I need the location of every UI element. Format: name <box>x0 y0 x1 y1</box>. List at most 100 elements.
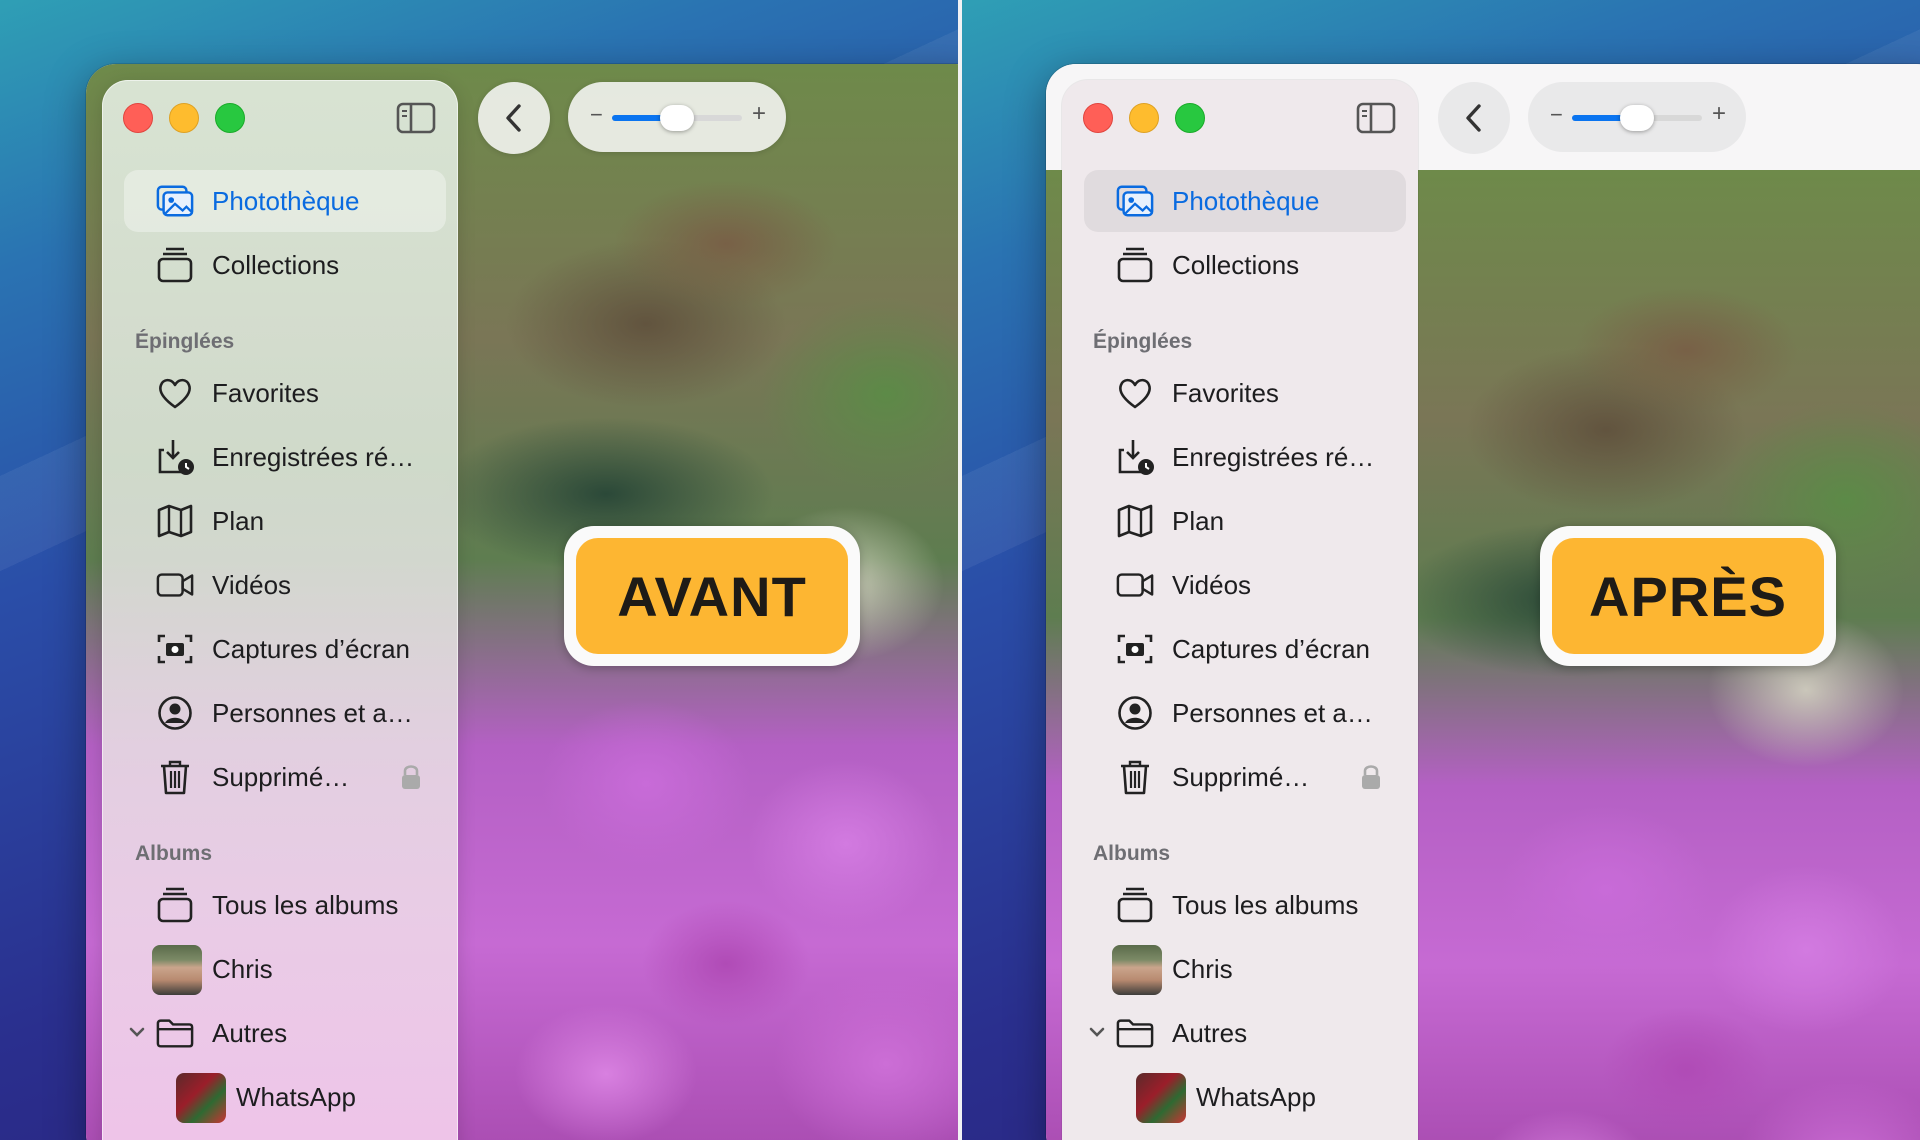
sidebar-item-recent-saves[interactable]: Enregistrées ré… <box>124 426 446 488</box>
section-header-pinned: Épinglées <box>135 330 235 353</box>
zoom-window-button[interactable] <box>1175 103 1205 133</box>
sidebar-toggle-icon[interactable] <box>396 102 436 134</box>
sidebar-item-label: Favorites <box>1172 378 1279 408</box>
sidebar-item-label: Chris <box>212 954 273 984</box>
sidebar-item-label: Enregistrées ré… <box>1172 442 1375 472</box>
person-icon <box>156 695 194 731</box>
screenshot-icon <box>156 631 194 667</box>
trash-icon <box>156 759 194 795</box>
sidebar-item-videos[interactable]: Vidéos <box>124 554 446 616</box>
sidebar-item-label: Tous les albums <box>212 890 399 920</box>
sidebar-item-label: Chris <box>1172 954 1233 984</box>
panel-before: − + Photothèque Collections Épinglées Fa… <box>0 0 958 1140</box>
section-header-albums: Albums <box>135 842 213 865</box>
sidebar-item-deleted[interactable]: Supprimé… <box>124 746 446 808</box>
collections-icon <box>156 247 194 283</box>
sidebar-item-label: Tous les albums <box>1172 890 1359 920</box>
section-header-albums: Albums <box>1093 842 1171 865</box>
sidebar-item-label: WhatsApp <box>236 1082 356 1112</box>
sidebar-item-label: Supprimé… <box>1172 762 1310 792</box>
sidebar-item-label: Enregistrées ré… <box>212 442 415 472</box>
trash-icon <box>1116 759 1154 795</box>
zoom-in-button[interactable]: + <box>1712 100 1726 128</box>
sidebar-item-recent-saves[interactable]: Enregistrées ré… <box>1084 426 1406 488</box>
sidebar-item-screenshots[interactable]: Captures d’écran <box>1084 618 1406 680</box>
photo-library-icon <box>156 183 194 219</box>
section-header-pinned: Épinglées <box>1093 330 1193 353</box>
sidebar-item-library[interactable]: Photothèque <box>124 170 446 232</box>
download-clock-icon <box>156 439 194 475</box>
sidebar-item-collections[interactable]: Collections <box>1084 234 1406 296</box>
sidebar-item-label: Favorites <box>212 378 319 408</box>
zoom-slider[interactable]: − + <box>568 82 786 152</box>
close-button[interactable] <box>1083 103 1113 133</box>
comparison-divider <box>958 0 962 1140</box>
screenshot-icon <box>1116 631 1154 667</box>
sidebar-item-label: Captures d’écran <box>212 634 410 664</box>
sidebar-item-videos[interactable]: Vidéos <box>1084 554 1406 616</box>
chevron-down-icon[interactable] <box>128 1022 146 1042</box>
sidebar-item-album-whatsapp[interactable]: WhatsApp <box>124 1066 446 1128</box>
zoom-track[interactable] <box>612 105 742 131</box>
album-thumbnail <box>176 1073 226 1123</box>
sidebar-item-label: Personnes et a… <box>212 698 413 728</box>
sidebar-item-favorites[interactable]: Favorites <box>124 362 446 424</box>
sidebar-item-map[interactable]: Plan <box>1084 490 1406 552</box>
sidebar-item-all-albums[interactable]: Tous les albums <box>124 874 446 936</box>
sidebar-item-album-whatsapp[interactable]: WhatsApp <box>1084 1066 1406 1128</box>
sidebar-item-collections[interactable]: Collections <box>124 234 446 296</box>
sidebar-item-library[interactable]: Photothèque <box>1084 170 1406 232</box>
sidebar-item-all-albums[interactable]: Tous les albums <box>1084 874 1406 936</box>
heart-icon <box>156 375 194 411</box>
photo-library-icon <box>1116 183 1154 219</box>
sidebar-item-label: Collections <box>1172 250 1300 280</box>
sidebar-item-people[interactable]: Personnes et a… <box>1084 682 1406 744</box>
sidebar-toggle-icon[interactable] <box>1356 102 1396 134</box>
zoom-thumb[interactable] <box>1620 105 1654 131</box>
album-thumbnail <box>152 945 202 995</box>
sidebar-item-label: Plan <box>1172 506 1225 536</box>
sidebar-item-people[interactable]: Personnes et a… <box>124 682 446 744</box>
sidebar-item-label: Captures d’écran <box>1172 634 1370 664</box>
album-stack-icon <box>1116 887 1154 923</box>
badge-label: AVANT <box>576 538 848 654</box>
sidebar-item-album-chris[interactable]: Chris <box>1084 938 1406 1000</box>
zoom-window-button[interactable] <box>215 103 245 133</box>
sidebar-item-label: Collections <box>212 250 340 280</box>
sidebar-item-label: Photothèque <box>212 186 360 216</box>
close-button[interactable] <box>123 103 153 133</box>
heart-icon <box>1116 375 1154 411</box>
download-clock-icon <box>1116 439 1154 475</box>
minimize-button[interactable] <box>1129 103 1159 133</box>
minimize-button[interactable] <box>169 103 199 133</box>
album-stack-icon <box>156 887 194 923</box>
zoom-track[interactable] <box>1572 105 1702 131</box>
after-badge: APRÈS <box>1540 526 1836 666</box>
sidebar-item-deleted[interactable]: Supprimé… <box>1084 746 1406 808</box>
panel-after: − + Photothèque Collections Épinglées Fa… <box>962 0 1920 1140</box>
sidebar-item-favorites[interactable]: Favorites <box>1084 362 1406 424</box>
folder-icon <box>156 1015 194 1051</box>
map-icon <box>1116 503 1154 539</box>
sidebar-item-label: Supprimé… <box>212 762 350 792</box>
zoom-out-button[interactable]: − <box>590 102 603 128</box>
zoom-slider[interactable]: − + <box>1528 82 1746 152</box>
person-icon <box>1116 695 1154 731</box>
sidebar-item-folder-others[interactable]: Autres <box>1084 1002 1406 1064</box>
lock-icon <box>1360 764 1382 790</box>
sidebar-item-folder-others[interactable]: Autres <box>124 1002 446 1064</box>
sidebar-item-map[interactable]: Plan <box>124 490 446 552</box>
zoom-thumb[interactable] <box>660 105 694 131</box>
map-icon <box>156 503 194 539</box>
sidebar-item-album-chris[interactable]: Chris <box>124 938 446 1000</box>
collections-icon <box>1116 247 1154 283</box>
zoom-in-button[interactable]: + <box>752 100 766 128</box>
sidebar-item-label: Autres <box>1172 1018 1248 1048</box>
album-thumbnail <box>1136 1073 1186 1123</box>
sidebar-item-screenshots[interactable]: Captures d’écran <box>124 618 446 680</box>
back-button[interactable] <box>478 82 550 154</box>
back-button[interactable] <box>1438 82 1510 154</box>
chevron-down-icon[interactable] <box>1088 1022 1106 1042</box>
lock-icon <box>400 764 422 790</box>
zoom-out-button[interactable]: − <box>1550 102 1563 128</box>
